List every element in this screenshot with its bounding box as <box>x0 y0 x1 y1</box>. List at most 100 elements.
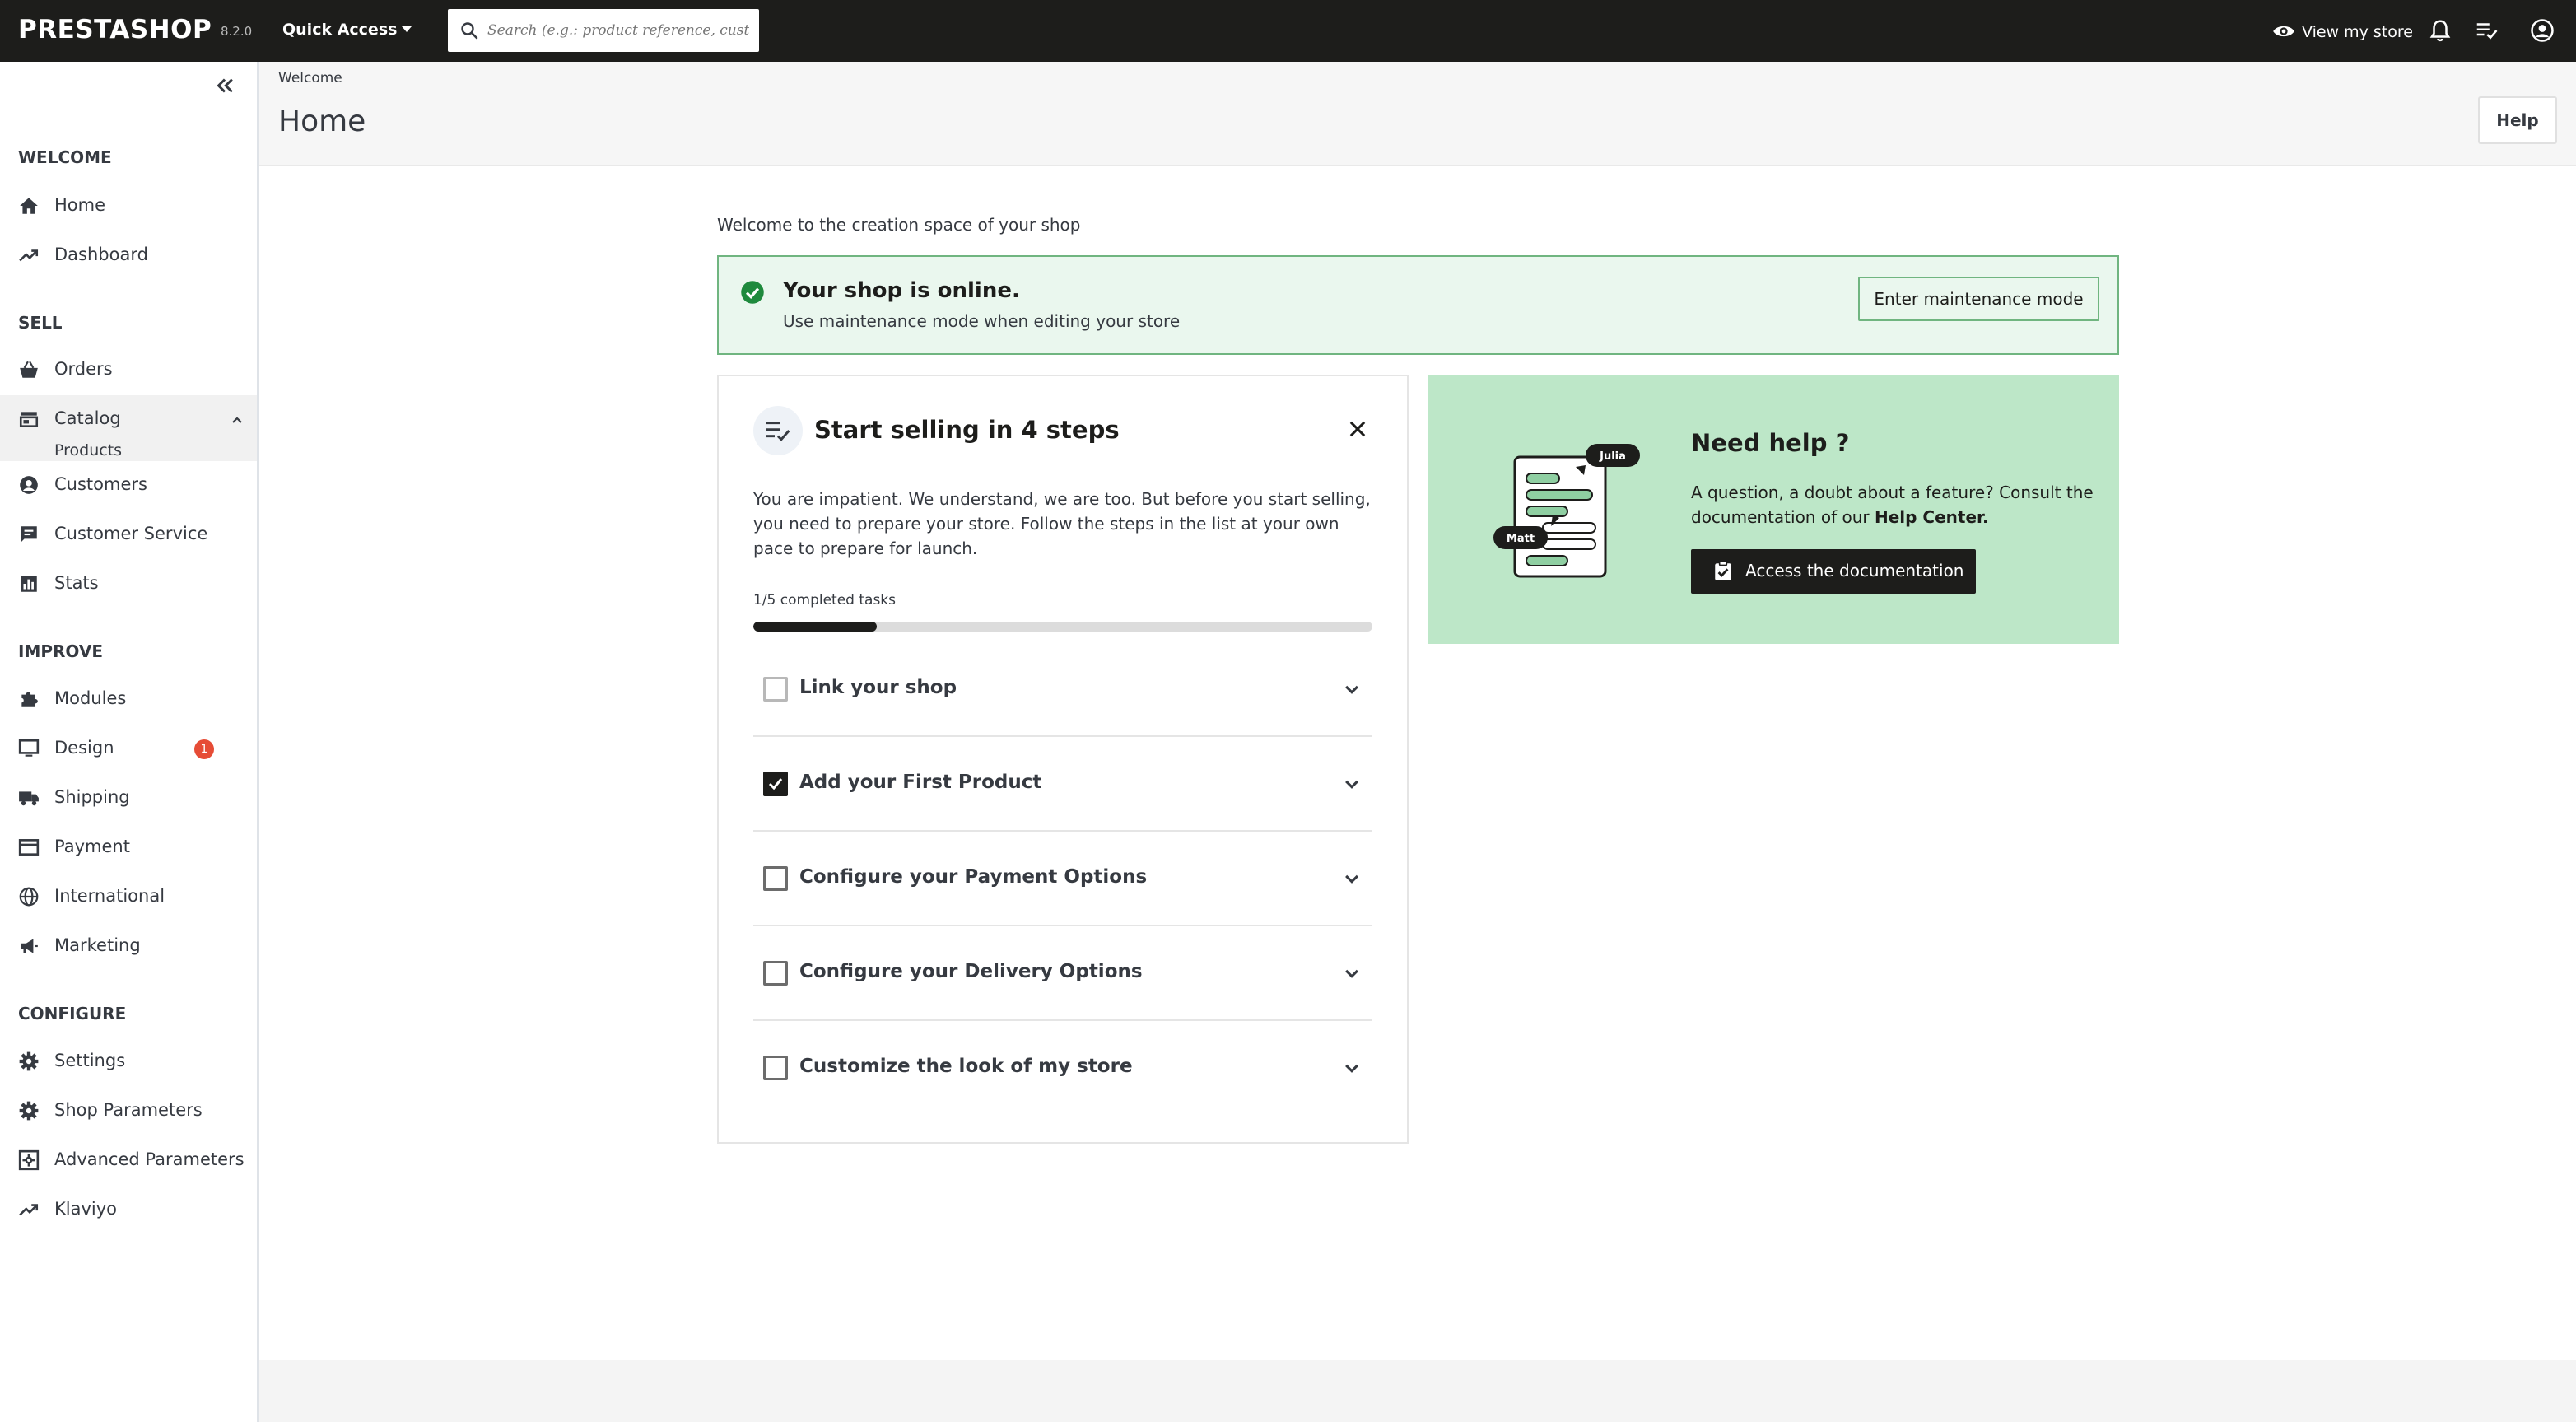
task-item[interactable]: Configure your Delivery Options <box>753 926 1372 1021</box>
globe-icon <box>19 887 39 907</box>
view-my-store-link[interactable]: View my store <box>2272 20 2413 43</box>
quick-access-dropdown[interactable]: Quick Access <box>282 21 412 39</box>
task-checkbox[interactable] <box>763 866 788 891</box>
collapse-sidebar-icon[interactable] <box>212 73 237 98</box>
sidebar-item-shop-parameters[interactable]: Shop Parameters <box>0 1087 257 1135</box>
access-documentation-label: Access the documentation <box>1745 561 1964 580</box>
checklist-icon <box>766 422 790 441</box>
sidebar-item-modules[interactable]: Modules <box>0 675 257 723</box>
footer <box>259 1360 2576 1422</box>
help-center-link[interactable]: Help Center. <box>1875 507 1989 527</box>
search-input[interactable] <box>487 16 749 45</box>
julia-bubble-label: Julia <box>1599 450 1626 463</box>
section-improve: IMPROVE <box>18 641 104 661</box>
page-header: Welcome Home Help <box>259 62 2576 166</box>
bell-icon[interactable] <box>2428 18 2453 43</box>
task-label: Add your First Product <box>799 772 1042 793</box>
user-account-icon[interactable] <box>2530 18 2555 43</box>
gear-icon <box>19 1051 39 1071</box>
megaphone-icon <box>21 939 38 953</box>
chat-illustration: Julia Matt <box>1493 444 1640 578</box>
sidebar-item-label: Shipping <box>54 787 130 807</box>
sidebar-subitem-products[interactable]: Products <box>54 443 122 459</box>
sidebar-item-orders[interactable]: Orders <box>0 346 257 394</box>
account-circle-icon <box>20 476 38 494</box>
view-my-store-label: View my store <box>2302 23 2413 41</box>
sidebar-item-settings[interactable]: Settings <box>0 1037 257 1085</box>
sidebar-item-label: Modules <box>54 688 127 708</box>
sidebar-item-label: Stats <box>54 573 99 593</box>
close-icon[interactable] <box>1346 417 1369 441</box>
progress-label: 1/5 completed tasks <box>753 592 897 608</box>
checklist-icon[interactable] <box>2474 18 2499 43</box>
chat-icon <box>21 526 37 543</box>
sidebar-item-international[interactable]: International <box>0 873 257 921</box>
task-item[interactable]: Configure your Payment Options <box>753 832 1372 926</box>
sidebar-item-label: Settings <box>54 1051 126 1070</box>
task-label: Customize the look of my store <box>799 1056 1133 1077</box>
sidebar-item-customers[interactable]: Customers <box>0 461 257 509</box>
credit-card-icon <box>18 839 40 856</box>
task-checkbox[interactable] <box>763 961 788 986</box>
version-label: 8.2.0 <box>221 24 253 39</box>
sidebar-item-klaviyo[interactable]: Klaviyo <box>0 1186 257 1233</box>
checkmark-icon <box>768 778 783 790</box>
chevron-down-icon <box>1345 780 1358 789</box>
trending-up-icon <box>19 1204 39 1216</box>
sidebar-item-stats[interactable]: Stats <box>0 560 257 608</box>
sidebar-item-label: Payment <box>54 837 130 856</box>
section-sell: SELL <box>18 313 63 333</box>
enter-maintenance-mode-button[interactable]: Enter maintenance mode <box>1858 277 2099 321</box>
alert-title: Your shop is online. <box>783 278 1020 303</box>
sidebar-item-label: Catalog <box>54 408 121 428</box>
quick-access-label: Quick Access <box>282 21 398 39</box>
task-label: Configure your Payment Options <box>799 866 1148 888</box>
chevron-up-icon <box>232 417 242 423</box>
notification-badge: 1 <box>194 739 214 759</box>
truck-icon <box>19 791 39 806</box>
sidebar-item-dashboard[interactable]: Dashboard <box>0 231 257 279</box>
sidebar-item-shipping[interactable]: Shipping <box>0 774 257 822</box>
sidebar-item-payment[interactable]: Payment <box>0 823 257 871</box>
sidebar-item-label: Orders <box>54 359 113 379</box>
task-item[interactable]: Customize the look of my store <box>753 1021 1372 1116</box>
catalog-submenu: Products <box>0 443 257 461</box>
sidebar-item-design[interactable]: Design 1 <box>0 725 257 772</box>
task-checkbox[interactable] <box>763 1056 788 1080</box>
task-label: Link your shop <box>799 677 957 698</box>
alert-text: Use maintenance mode when editing your s… <box>783 311 1181 331</box>
search-box[interactable] <box>448 9 759 52</box>
puzzle-icon <box>21 692 38 707</box>
access-documentation-button[interactable]: Access the documentation <box>1691 549 1976 594</box>
task-label: Configure your Delivery Options <box>799 961 1143 982</box>
prestashop-logo[interactable]: PRESTASHOP <box>18 15 212 44</box>
sidebar-item-label: Advanced Parameters <box>54 1149 245 1169</box>
sidebar-item-customer-service[interactable]: Customer Service <box>0 511 257 558</box>
need-help-card: Julia Matt Need help ? A question, a dou… <box>1428 375 2119 644</box>
sidebar-item-label: Customers <box>54 474 147 494</box>
sidebar-item-advanced-parameters[interactable]: Advanced Parameters <box>0 1136 257 1184</box>
chevron-down-icon <box>1345 1064 1358 1073</box>
help-button[interactable]: Help <box>2478 96 2557 144</box>
trending-up-icon <box>19 249 39 262</box>
gear-icon <box>19 1101 39 1121</box>
sidebar-item-catalog[interactable]: Catalog <box>0 395 257 443</box>
steps-title: Start selling in 4 steps <box>814 416 1120 444</box>
start-selling-card: Start selling in 4 steps You are impatie… <box>717 375 1409 1144</box>
basket-icon <box>20 361 38 378</box>
breadcrumb[interactable]: Welcome <box>278 70 342 86</box>
steps-description: You are impatient. We understand, we are… <box>753 489 1371 558</box>
matt-bubble-label: Matt <box>1507 533 1535 545</box>
sidebar-item-home[interactable]: Home <box>0 182 257 230</box>
shop-online-alert: Your shop is online. Use maintenance mod… <box>717 255 2119 355</box>
task-checkbox[interactable] <box>763 677 788 702</box>
task-checkbox[interactable] <box>763 772 788 796</box>
chevron-down-icon <box>1345 969 1358 978</box>
steps-icon-badge <box>753 406 803 455</box>
sidebar-item-marketing[interactable]: Marketing <box>0 922 257 970</box>
task-item[interactable]: Add your First Product <box>753 737 1372 832</box>
need-help-text: A question, a doubt about a feature? Con… <box>1691 480 2094 529</box>
task-item[interactable]: Link your shop <box>753 642 1372 737</box>
sidebar: WELCOME Home Dashboard SELL Orders Catal… <box>0 62 259 1422</box>
sidebar-item-label: International <box>54 886 165 906</box>
